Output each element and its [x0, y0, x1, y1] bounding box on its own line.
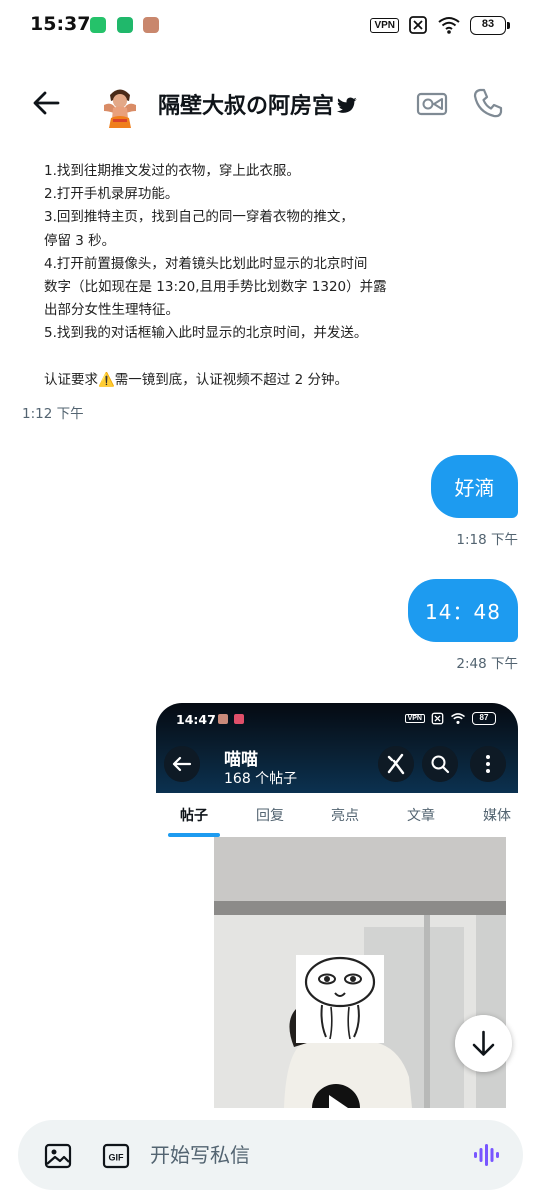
received-timestamp: 1:12 下午: [22, 406, 84, 422]
svg-text:GIF: GIF: [109, 1153, 125, 1163]
wechat-icon: [90, 17, 106, 33]
message-line: 1.找到往期推文发过的衣物，穿上此衣服。: [44, 163, 300, 179]
screenshot-vpn-badge: VPN: [404, 714, 425, 723]
contact-name-text: 隔壁大叔の阿房宫: [158, 94, 335, 119]
sent-message-bubble[interactable]: 14：48: [408, 579, 518, 642]
app-icon: [234, 714, 244, 724]
back-arrow-icon: [164, 746, 200, 782]
sent-timestamp: 1:18 下午: [456, 532, 518, 548]
message-line: 认证要求⚠️需一镜到底，认证视频不超过 2 分钟。: [44, 371, 348, 388]
message-line: [44, 346, 394, 369]
image-icon[interactable]: [44, 1142, 72, 1170]
active-tab-indicator: [168, 833, 220, 837]
no-sim-icon: [431, 712, 444, 725]
message-input[interactable]: [150, 1139, 450, 1171]
contact-name[interactable]: 隔壁大叔の阿房宫: [158, 88, 358, 120]
sent-message-text: 好滴: [454, 476, 495, 500]
wifi-icon: [451, 713, 465, 724]
no-sim-icon: [409, 16, 427, 34]
received-message[interactable]: 1.找到往期推文发过的衣物，穿上此衣服。 2.打开手机录屏功能。 3.回到推特主…: [44, 160, 394, 392]
sent-message-text: 14：48: [425, 600, 501, 624]
tab-replies: 回复: [256, 808, 284, 824]
gif-icon[interactable]: GIF: [102, 1142, 130, 1170]
message-line: 停留 3 秒。: [44, 232, 116, 249]
message-composer: GIF: [18, 1120, 523, 1190]
tab-highlights: 亮点: [331, 808, 359, 824]
tab-media: 媒体: [483, 808, 511, 824]
sent-message-bubble[interactable]: 好滴: [431, 455, 518, 518]
screenshot-header: 14:47 VPN 87 喵喵 168 个帖子: [156, 703, 518, 793]
conversation-header: 隔壁大叔の阿房宫: [0, 72, 540, 136]
status-bar: 15:37 VPN 83: [0, 0, 540, 52]
screenshot-status-time: 14:47: [176, 712, 216, 727]
tab-articles: 文章: [407, 808, 435, 824]
avatar[interactable]: [96, 81, 144, 129]
vpn-badge: VPN: [370, 17, 399, 33]
scroll-down-button[interactable]: [455, 1015, 512, 1072]
message-line: 3.回到推特主页，找到自己的同一穿着衣物的推文，: [44, 209, 354, 226]
video-call-icon[interactable]: [414, 86, 450, 122]
post-count: 168 个帖子: [224, 771, 298, 787]
voice-message-icon[interactable]: [472, 1141, 500, 1169]
message-line: 5.找到我的对话框输入此时显示的北京时间，并发送。: [44, 325, 368, 342]
message-line: 出部分女性生理特征。: [44, 302, 179, 319]
sent-timestamp: 2:48 下午: [456, 656, 518, 672]
screenshot-battery: 87: [472, 712, 496, 725]
status-time: 15:37: [30, 13, 91, 35]
battery-indicator: 83: [470, 15, 510, 35]
post-photo: [214, 837, 506, 1108]
app-update-icon: [117, 17, 133, 33]
back-arrow-icon[interactable]: [28, 85, 64, 121]
app-icon: [218, 714, 228, 724]
phone-icon[interactable]: [470, 85, 506, 121]
message-line: 2.打开手机录屏功能。: [44, 186, 179, 203]
message-line: 数字（比如现在是 13:20,且用手势比划数字 1320）并露: [44, 279, 387, 296]
bird-icon: [336, 97, 357, 113]
app-avatar-icon: [143, 17, 159, 33]
grok-icon: [378, 746, 414, 782]
screenshot-tabs: 帖子 回复 亮点 文章 媒体: [156, 793, 518, 837]
more-options-icon: [470, 746, 506, 782]
search-icon: [422, 746, 458, 782]
message-line: 4.打开前置摄像头，对着镜头比划此时显示的北京时间: [44, 255, 368, 272]
tab-posts: 帖子: [180, 808, 208, 824]
wifi-icon: [438, 17, 460, 34]
profile-name: 喵喵: [224, 750, 258, 770]
